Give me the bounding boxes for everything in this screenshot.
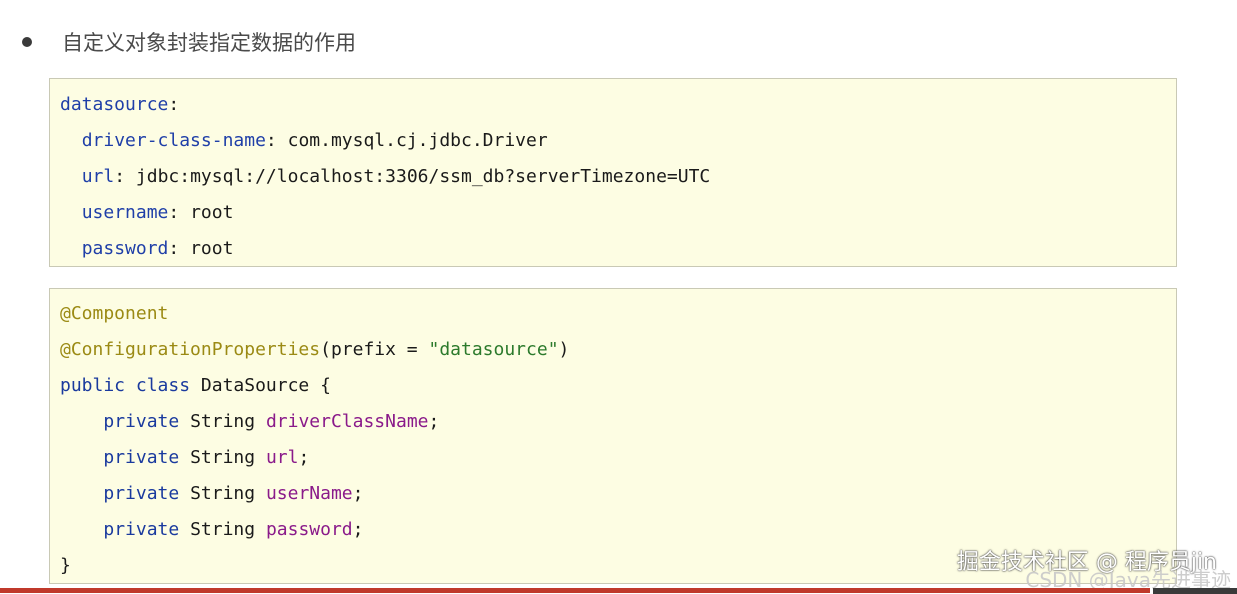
yaml-key: url	[81, 166, 115, 187]
yaml-value: com.mysql.cj.jdbc.Driver	[287, 130, 548, 151]
heading-text: 自定义对象封装指定数据的作用	[62, 31, 356, 55]
bullet-icon	[22, 37, 32, 47]
field-type: String	[190, 447, 256, 468]
yaml-key: driver-class-name	[81, 130, 266, 151]
java-field-line: private String url;	[103, 447, 310, 468]
java-code-block: @Component @ConfigurationProperties(pref…	[49, 288, 1177, 584]
field-name: password	[265, 519, 353, 540]
yaml-line: driver-class-name: com.mysql.cj.jdbc.Dri…	[81, 130, 548, 151]
field-type: String	[190, 483, 256, 504]
java-field-line: private String userName;	[103, 483, 364, 504]
class-modifiers: public class	[60, 375, 191, 396]
closing-brace: }	[60, 555, 71, 576]
yaml-line: password: root	[81, 238, 234, 259]
annotation-configuration-properties: @ConfigurationProperties	[60, 339, 321, 360]
yaml-code-block: datasource: driver-class-name: com.mysql…	[49, 78, 1177, 267]
yaml-value: root	[190, 238, 234, 259]
yaml-root-key: datasource	[60, 94, 169, 115]
java-field-line: private String password;	[103, 519, 364, 540]
class-name: DataSource	[200, 375, 310, 396]
yaml-key: password	[81, 238, 169, 259]
field-name: userName	[265, 483, 353, 504]
yaml-key: username	[81, 202, 169, 223]
java-field-line: private String driverClassName;	[103, 411, 440, 432]
yaml-line-root: datasource:	[60, 94, 180, 115]
field-modifier: private	[103, 447, 180, 468]
java-class-line: public class DataSource {	[60, 375, 331, 396]
section-heading: 自定义对象封装指定数据的作用	[18, 24, 356, 60]
field-name: url	[265, 447, 299, 468]
annotation-arg-name: prefix	[330, 339, 396, 360]
field-modifier: private	[103, 411, 180, 432]
yaml-value: root	[190, 202, 234, 223]
field-type: String	[190, 411, 256, 432]
field-name: driverClassName	[265, 411, 429, 432]
bottom-dark-bar	[1153, 588, 1237, 594]
field-modifier: private	[103, 519, 180, 540]
bottom-accent-bar	[0, 588, 1150, 593]
field-modifier: private	[103, 483, 180, 504]
annotation-component: @Component	[60, 303, 169, 324]
java-annotation-line: @Component	[50, 296, 1176, 332]
yaml-value: jdbc:mysql://localhost:3306/ssm_db?serve…	[135, 166, 711, 187]
yaml-line: username: root	[81, 202, 234, 223]
java-annotation-line: @ConfigurationProperties(prefix = "datas…	[60, 339, 570, 360]
field-type: String	[190, 519, 256, 540]
yaml-line: url: jdbc:mysql://localhost:3306/ssm_db?…	[81, 166, 711, 187]
annotation-arg-value: "datasource"	[428, 339, 559, 360]
